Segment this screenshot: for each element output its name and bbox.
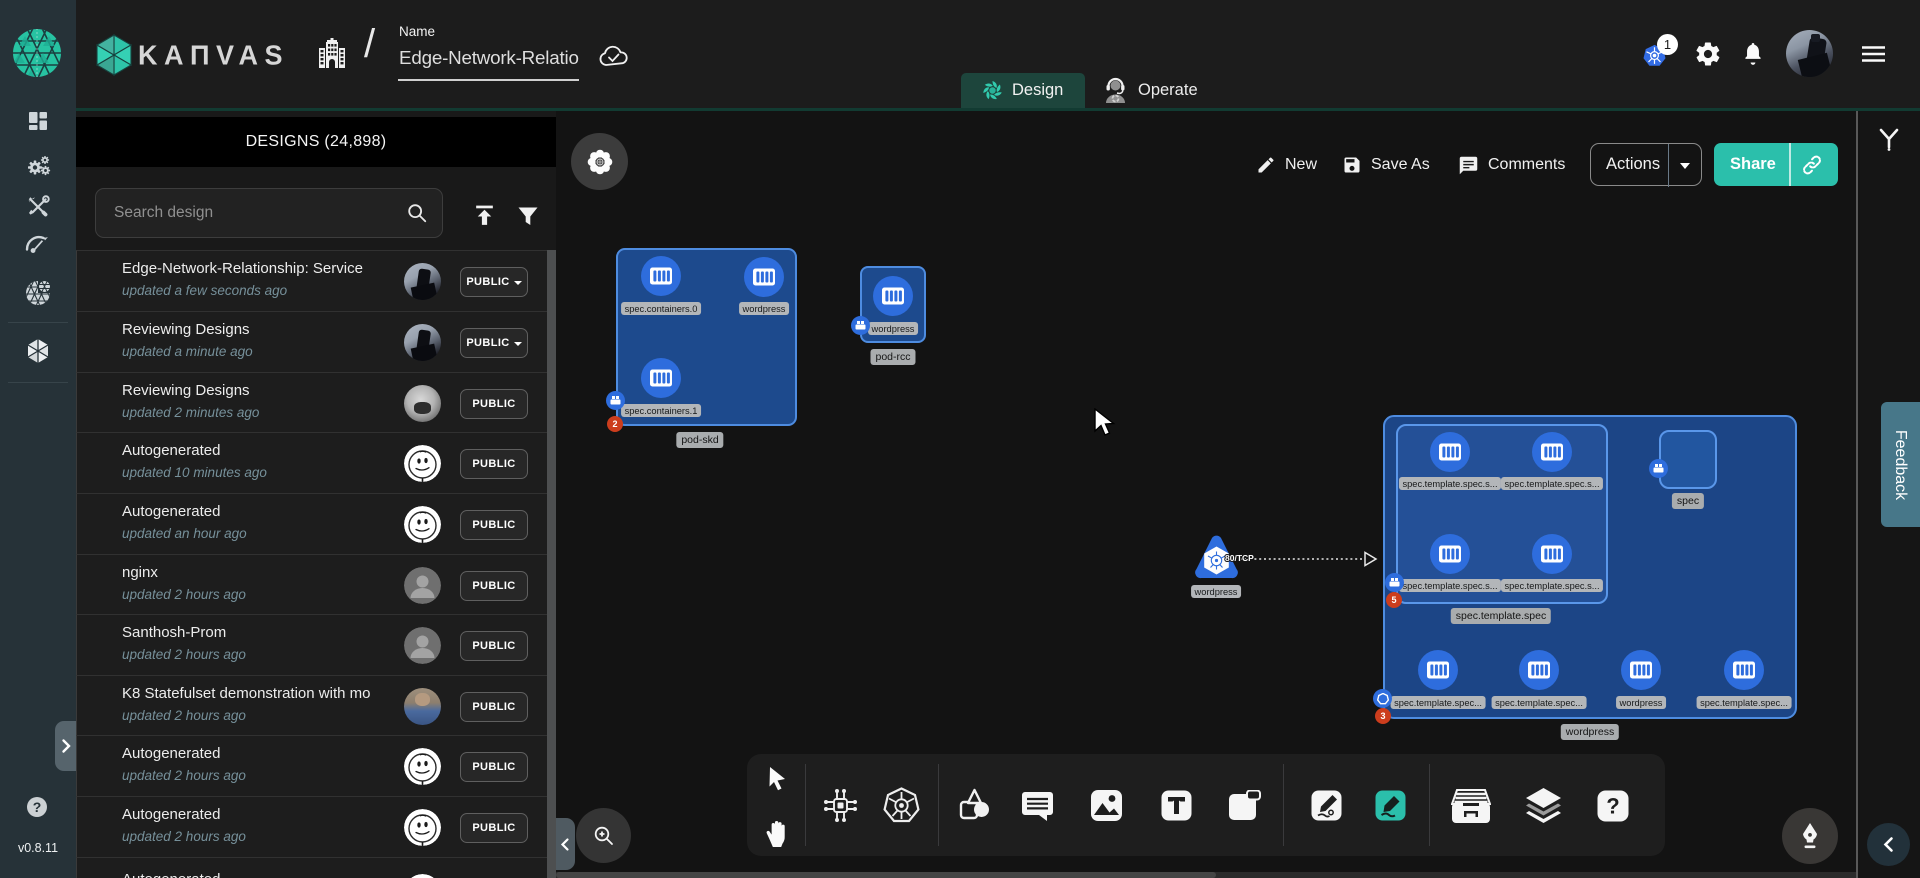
- svg-text:?: ?: [1606, 794, 1619, 819]
- svg-text:80/TCP: 80/TCP: [1225, 553, 1254, 563]
